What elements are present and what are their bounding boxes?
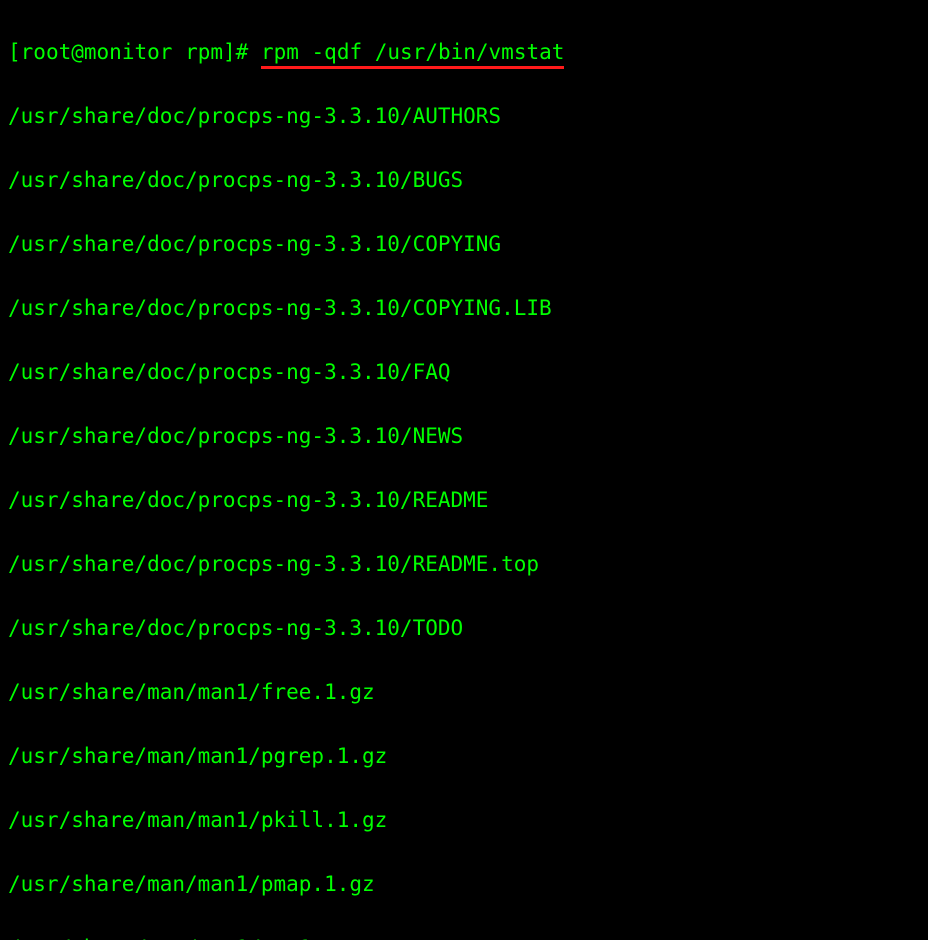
output-line: /usr/share/doc/procps-ng-3.3.10/README (8, 484, 920, 516)
prompt-symbol: # (236, 40, 249, 64)
output-line: /usr/share/doc/procps-ng-3.3.10/BUGS (8, 164, 920, 196)
output-line: /usr/share/doc/procps-ng-3.3.10/COPYING (8, 228, 920, 260)
prompt-path: rpm (185, 40, 223, 64)
prompt-at: @ (71, 40, 84, 64)
output-line: /usr/share/doc/procps-ng-3.3.10/FAQ (8, 356, 920, 388)
prompt-host: monitor (84, 40, 173, 64)
prompt-space (172, 40, 185, 64)
output-line: /usr/share/doc/procps-ng-3.3.10/README.t… (8, 548, 920, 580)
prompt-line-1: [root@monitor rpm]# rpm -qdf /usr/bin/vm… (8, 36, 920, 68)
output-line: /usr/share/doc/procps-ng-3.3.10/TODO (8, 612, 920, 644)
output-line: /usr/share/man/man1/pgrep.1.gz (8, 740, 920, 772)
prompt-user: root (21, 40, 72, 64)
output-line: /usr/share/man/man1/ps.1.gz (8, 932, 920, 940)
command-text: rpm -qdf /usr/bin/vmstat (261, 40, 564, 69)
output-line: /usr/share/doc/procps-ng-3.3.10/AUTHORS (8, 100, 920, 132)
output-line: /usr/share/doc/procps-ng-3.3.10/COPYING.… (8, 292, 920, 324)
prompt-open: [ (8, 40, 21, 64)
prompt-close: ] (223, 40, 236, 64)
output-line: /usr/share/man/man1/pmap.1.gz (8, 868, 920, 900)
terminal[interactable]: [root@monitor rpm]# rpm -qdf /usr/bin/vm… (0, 0, 928, 940)
output-line: /usr/share/man/man1/pkill.1.gz (8, 804, 920, 836)
prompt-trailing-space (248, 40, 261, 64)
output-line: /usr/share/man/man1/free.1.gz (8, 676, 920, 708)
output-line: /usr/share/doc/procps-ng-3.3.10/NEWS (8, 420, 920, 452)
